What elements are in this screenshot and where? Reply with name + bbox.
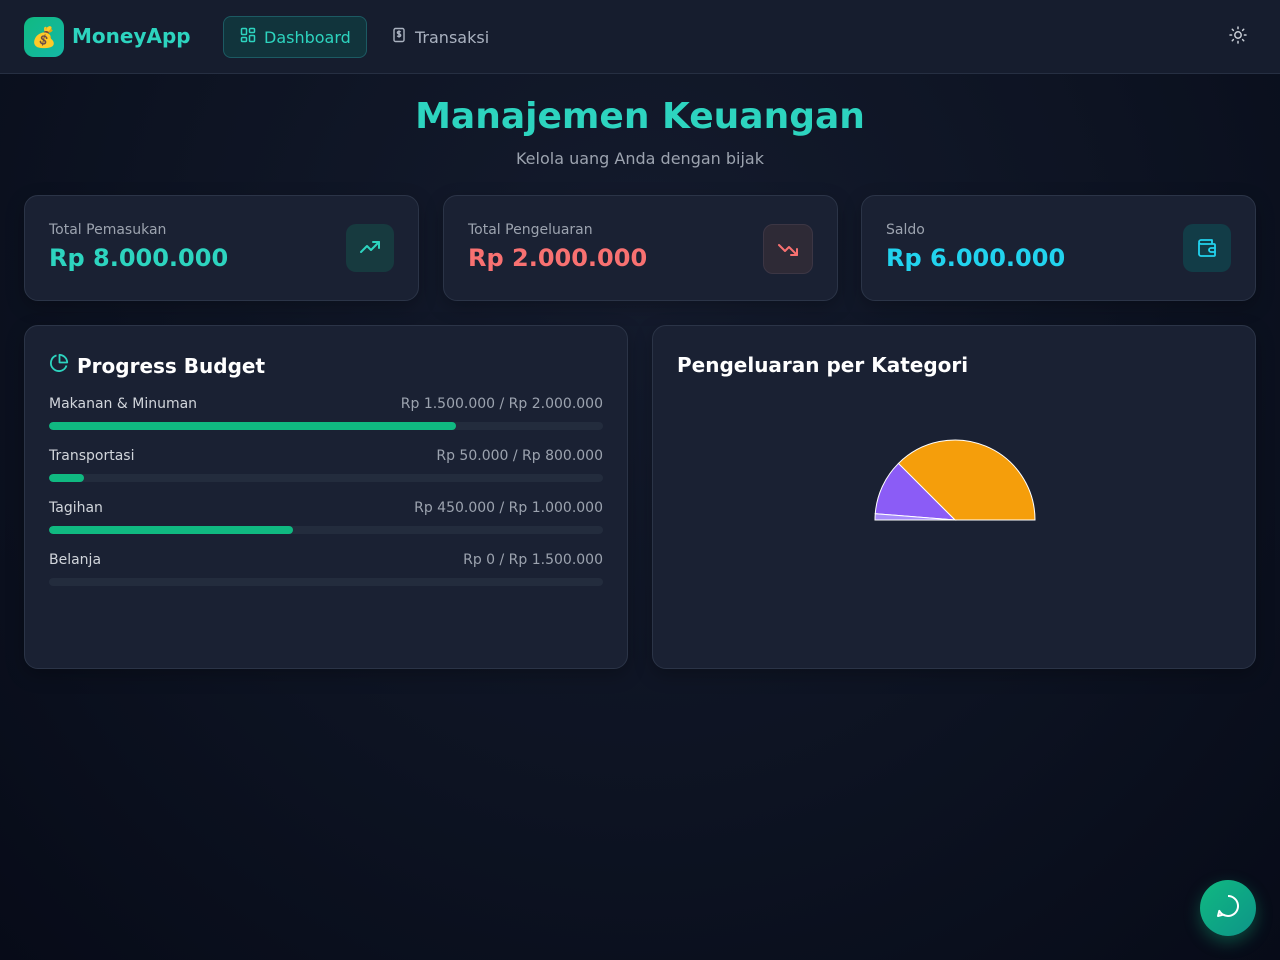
progress-fill (49, 526, 293, 534)
progress-track (49, 422, 603, 430)
page-subtitle: Kelola uang Anda dengan bijak (515, 149, 764, 168)
income-value: Rp 8.000.000 (49, 244, 229, 272)
progress-track (49, 526, 603, 534)
nav-transaksi-button[interactable]: Transaksi (375, 16, 507, 58)
chat-button[interactable] (1200, 880, 1256, 936)
progress-track (49, 474, 603, 482)
logo-emoji: 💰 (31, 25, 57, 49)
app-logo-text[interactable]: MoneyApp (72, 24, 191, 48)
balance-label: Saldo (886, 222, 925, 238)
trending-down-icon (763, 224, 813, 274)
nav-dashboard-label: Dashboard (264, 27, 351, 47)
theme-toggle-button[interactable] (1222, 21, 1254, 53)
budget-amount: Rp 50.000 / Rp 800.000 (436, 448, 603, 464)
expense-value: Rp 2.000.000 (468, 244, 648, 272)
balance-card: Saldo Rp 6.000.000 (861, 195, 1256, 301)
budget-progress-card: Progress Budget Makanan & Minuman Rp 1.5… (24, 325, 628, 669)
nav-transaksi-label: Transaksi (415, 27, 490, 47)
progress-track (49, 578, 603, 586)
grid-icon (240, 27, 256, 47)
budget-amount: Rp 1.500.000 / Rp 2.000.000 (400, 396, 603, 412)
progress-fill (49, 474, 84, 482)
sun-icon (1229, 26, 1247, 48)
budget-category-name: Belanja (49, 552, 102, 568)
income-card: Total Pemasukan Rp 8.000.000 (24, 195, 419, 301)
page-title: Manajemen Keuangan (415, 96, 865, 137)
budget-category-name: Transportasi (49, 448, 135, 464)
budget-title: Progress Budget (49, 353, 265, 378)
expense-card: Total Pengeluaran Rp 2.000.000 (443, 195, 838, 301)
trending-up-icon (346, 224, 394, 272)
receipt-icon (391, 27, 407, 47)
money-bag-icon: 💰 (24, 17, 64, 57)
income-label: Total Pemasukan (49, 222, 167, 238)
top-navbar: 💰 MoneyApp Dashboard Transaksi (0, 0, 1280, 74)
category-chart-card: Pengeluaran per Kategori (652, 325, 1256, 669)
budget-category-name: Tagihan (49, 500, 103, 516)
category-pie-chart (874, 439, 1036, 521)
chat-icon (1215, 893, 1241, 923)
budget-title-text: Progress Budget (77, 353, 266, 378)
budget-category-name: Makanan & Minuman (49, 396, 198, 412)
balance-value: Rp 6.000.000 (886, 244, 1066, 272)
pie-chart-icon (49, 353, 69, 378)
wallet-icon (1183, 224, 1231, 272)
budget-amount: Rp 450.000 / Rp 1.000.000 (414, 500, 603, 516)
nav-dashboard-button[interactable]: Dashboard (223, 16, 367, 58)
progress-fill (49, 422, 457, 430)
expense-label: Total Pengeluaran (468, 222, 593, 238)
budget-amount: Rp 0 / Rp 1.500.000 (463, 552, 603, 568)
